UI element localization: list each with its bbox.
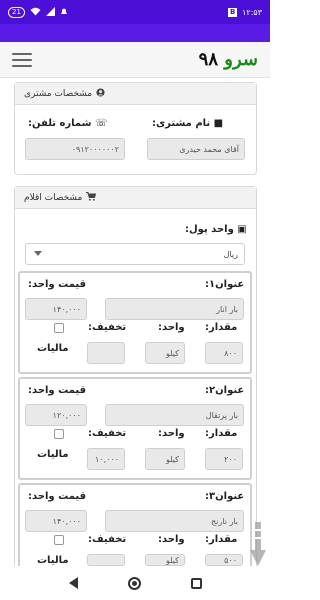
- menu-icon[interactable]: [12, 52, 32, 67]
- app-bar: [0, 24, 270, 42]
- home-icon[interactable]: [127, 576, 141, 590]
- item-title-3: عنوان۳:: [205, 491, 245, 502]
- item-name-field-2[interactable]: بار پرتقال: [105, 404, 244, 426]
- brand-name: سرو: [224, 49, 258, 70]
- quantity-field-2[interactable]: ۲۰۰: [205, 448, 243, 470]
- discount-label-2: تخفیف:: [88, 428, 127, 439]
- signal-icon: [45, 6, 55, 18]
- discount-field-1[interactable]: [87, 342, 125, 364]
- unit-label-1: واحد:: [158, 322, 185, 333]
- item-name-field-3[interactable]: بار نارنج: [105, 510, 244, 532]
- status-bar: 21 B ۱۲:۵۳: [0, 0, 270, 24]
- tax-label-1: مالیات: [37, 343, 69, 354]
- tax-label-2: مالیات: [37, 449, 69, 460]
- unit-price-label-1: قیمت واحد:: [28, 279, 87, 290]
- currency-select[interactable]: ریال: [25, 243, 245, 265]
- items-card-header: مشخصات اقلام: [15, 187, 256, 209]
- back-icon[interactable]: [68, 577, 78, 589]
- item-title-1: عنوان۱:: [205, 279, 245, 290]
- unit-field-2[interactable]: کیلو: [145, 448, 185, 470]
- system-nav-bar: [0, 566, 270, 600]
- quantity-label-3: مقدار:: [205, 534, 238, 545]
- customer-name-label: ■ نام مشتری:: [152, 118, 224, 129]
- notification-icon: [60, 7, 68, 18]
- unit-price-field-1[interactable]: ۱۴۰,۰۰۰: [25, 298, 87, 320]
- wifi-icon: [30, 7, 41, 18]
- quantity-field-3[interactable]: ۵۰۰: [205, 554, 243, 566]
- quantity-label-1: مقدار:: [205, 322, 238, 333]
- scroll-down-icon[interactable]: [248, 520, 268, 568]
- phone-icon: ☏: [94, 118, 108, 129]
- quantity-label-2: مقدار:: [205, 428, 238, 439]
- unit-price-label-2: قیمت واحد:: [28, 385, 87, 396]
- battery-indicator: 21: [8, 6, 25, 18]
- unit-field-3[interactable]: کیلو: [145, 554, 185, 566]
- quantity-field-1[interactable]: ۸۰۰: [205, 342, 243, 364]
- recents-icon[interactable]: [190, 577, 202, 589]
- unit-price-label-3: قیمت واحد:: [28, 491, 87, 502]
- navbar: سرو ۹۸: [0, 42, 270, 78]
- discount-field-3[interactable]: [87, 554, 125, 566]
- currency-label: ▣ واحد پول:: [185, 224, 247, 235]
- brand-logo: سرو ۹۸: [199, 49, 258, 70]
- item-title-2: عنوان۲:: [205, 385, 245, 396]
- customer-card-title: مشخصات مشتری: [24, 88, 93, 99]
- unit-label-2: واحد:: [158, 428, 185, 439]
- user-circle-icon: [96, 87, 105, 100]
- brand-number: ۹۸: [198, 49, 218, 70]
- item-name-field-1[interactable]: بار انار: [105, 298, 244, 320]
- discount-field-2[interactable]: ۱۰,۰۰۰: [87, 448, 125, 470]
- discount-label-3: تخفیف:: [88, 534, 127, 545]
- discount-label-1: تخفیف:: [88, 322, 127, 333]
- unit-price-field-2[interactable]: ۱۲۰,۰۰۰: [25, 404, 87, 426]
- phone-field[interactable]: ۰۹۱۲۰۰۰۰۰۰۲: [25, 138, 125, 160]
- unit-label-3: واحد:: [158, 534, 185, 545]
- user-icon: ■: [213, 118, 224, 129]
- tax-checkbox-1[interactable]: [54, 323, 64, 333]
- currency-value: ریال: [223, 249, 238, 259]
- phone-label: ☏ شماره تلفن:: [28, 118, 108, 129]
- clock: ۱۲:۵۳: [242, 7, 262, 17]
- unit-price-field-3[interactable]: ۱۴۰,۰۰۰: [25, 510, 87, 532]
- tax-checkbox-2[interactable]: [54, 429, 64, 439]
- sim-icon: B: [228, 7, 238, 17]
- items-card-title: مشخصات اقلام: [24, 192, 83, 203]
- customer-name-field[interactable]: آقای محمد حیدری: [147, 138, 245, 160]
- tax-label-3: مالیات: [37, 555, 69, 566]
- money-icon: ▣: [237, 224, 247, 235]
- cart-icon: [86, 191, 97, 204]
- customer-card-header: مشخصات مشتری: [15, 83, 256, 105]
- chevron-down-icon: [34, 251, 42, 256]
- unit-field-1[interactable]: کیلو: [145, 342, 185, 364]
- tax-checkbox-3[interactable]: [54, 535, 64, 545]
